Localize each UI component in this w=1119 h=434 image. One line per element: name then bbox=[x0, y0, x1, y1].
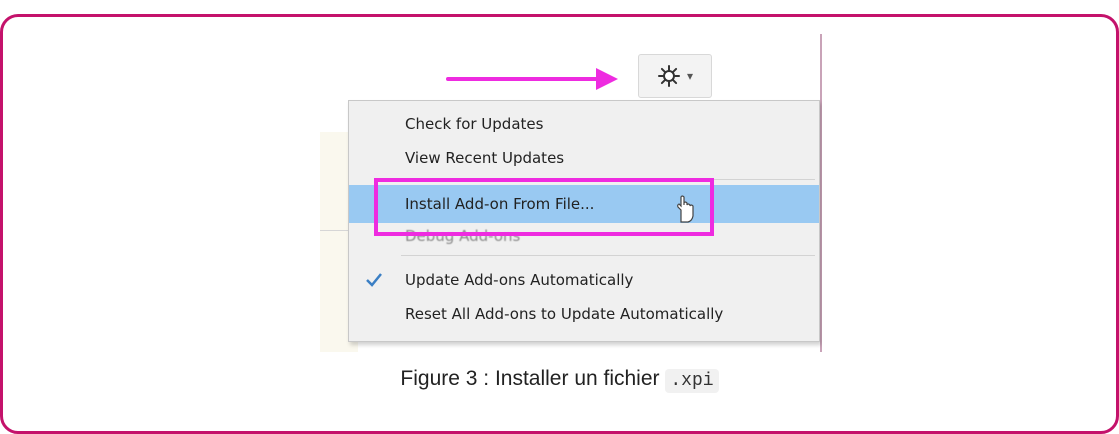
caption-text: Figure 3 : Installer un fichier bbox=[400, 367, 660, 390]
menu-item-label: Check for Updates bbox=[405, 115, 544, 133]
menu-item-label: View Recent Updates bbox=[405, 149, 565, 167]
window-edge bbox=[820, 34, 822, 352]
menu-item-label: Update Add-ons Automatically bbox=[405, 271, 634, 289]
annotation-arrow-head bbox=[596, 68, 618, 90]
screenshot: ▾ Check for Updates View Recent Updates … bbox=[320, 34, 822, 352]
menu-separator bbox=[401, 255, 815, 256]
menu-item-label: Reset All Add-ons to Update Automaticall… bbox=[405, 305, 724, 323]
chevron-down-icon: ▾ bbox=[686, 69, 694, 83]
hand-cursor-icon bbox=[674, 194, 698, 228]
figure-caption: Figure 3 : Installer un fichier .xpi bbox=[0, 367, 1119, 393]
tools-menu-button[interactable]: ▾ bbox=[638, 54, 712, 98]
checkmark-icon bbox=[363, 269, 385, 291]
annotation-highlight-box bbox=[374, 178, 714, 236]
caption-code: .xpi bbox=[665, 369, 719, 393]
gear-icon bbox=[657, 64, 681, 88]
menu-item-view-recent-updates[interactable]: View Recent Updates bbox=[349, 143, 819, 173]
menu-item-check-updates[interactable]: Check for Updates bbox=[349, 109, 819, 139]
menu-item-update-automatically[interactable]: Update Add-ons Automatically bbox=[349, 265, 819, 295]
annotation-arrow bbox=[446, 77, 606, 81]
menu-item-reset-update-automatically[interactable]: Reset All Add-ons to Update Automaticall… bbox=[349, 299, 819, 329]
